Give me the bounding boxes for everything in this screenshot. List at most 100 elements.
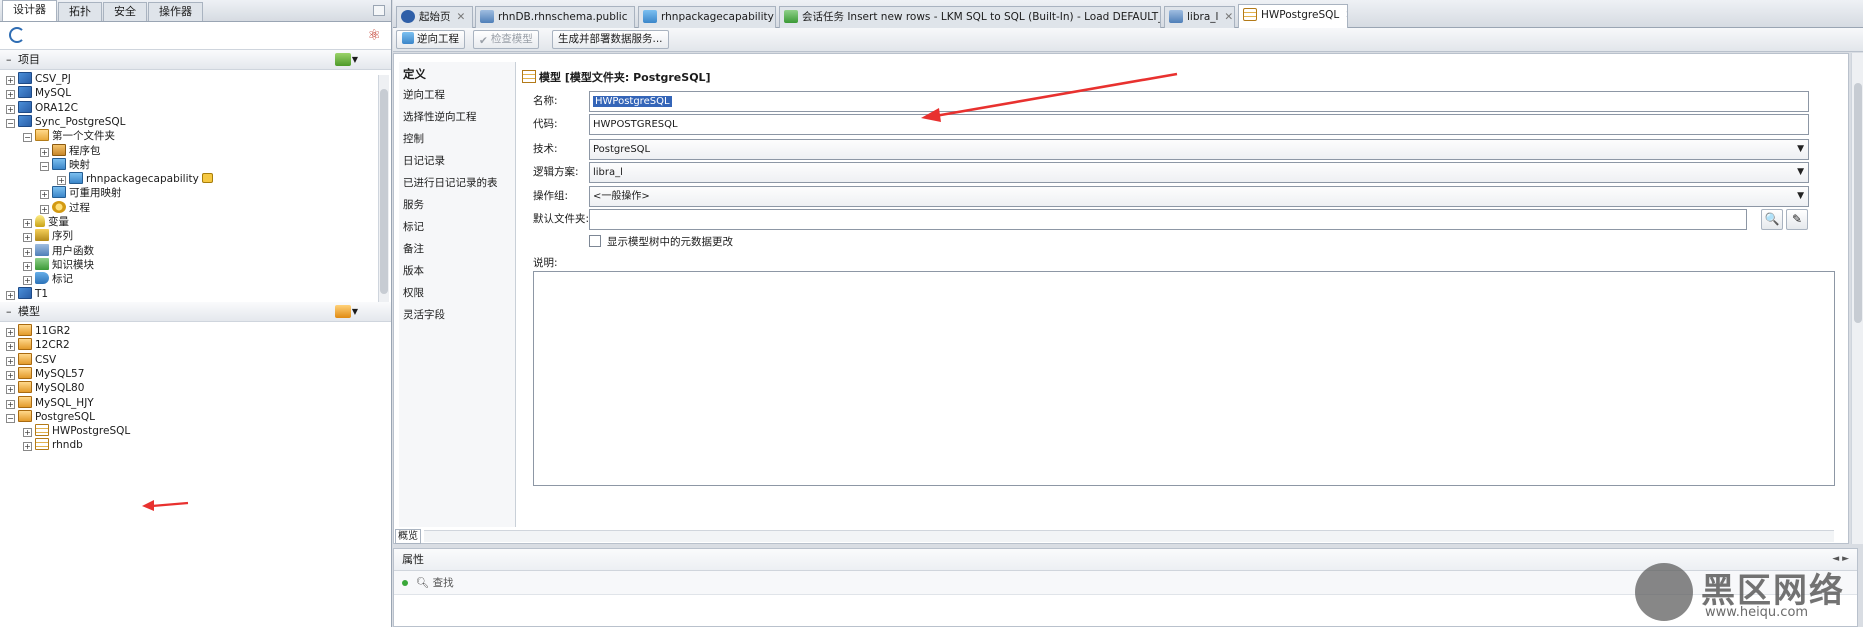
expand-icon[interactable]: + [23, 276, 32, 286]
tree-item[interactable]: + rhndb [23, 437, 83, 454]
generate-deploy-button[interactable]: 生成并部署数据服务... [552, 30, 669, 49]
editor-horizontal-scrollbar[interactable] [424, 530, 1834, 542]
name-field[interactable]: HWPostgreSQL [589, 91, 1809, 112]
close-icon[interactable]: ✕ [633, 11, 634, 23]
collapse-icon[interactable]: – [6, 302, 14, 322]
tree-item-label: MySQL57 [35, 367, 85, 380]
expand-icon[interactable]: + [6, 104, 15, 114]
nav-journalizing[interactable]: 日记记录 [403, 153, 445, 168]
editor-vertical-scrollbar[interactable] [1851, 53, 1863, 544]
tab-security[interactable]: 安全 [103, 2, 147, 21]
close-icon[interactable]: ✕ [457, 11, 466, 23]
projects-section-header[interactable]: – 项目 ▼ [0, 50, 391, 70]
collapse-icon[interactable]: – [6, 50, 14, 70]
expand-icon[interactable]: + [57, 176, 66, 186]
reverse-engineer-button[interactable]: 逆向工程 [396, 30, 465, 49]
clear-icon[interactable]: ✎ [1786, 209, 1808, 230]
tree-item-label: 标记 [52, 273, 73, 286]
model-folder-icon [18, 338, 32, 351]
nav-notes[interactable]: 备注 [403, 241, 424, 256]
expand-icon[interactable]: + [6, 90, 15, 100]
tree-item-label: 11GR2 [35, 325, 71, 337]
close-icon[interactable]: ✕ [1345, 9, 1347, 21]
navigator-toolbar: ⚛ [0, 22, 391, 50]
expand-icon[interactable]: + [40, 190, 49, 200]
tab-operator[interactable]: 操作器 [148, 2, 203, 21]
refresh-icon[interactable] [9, 27, 25, 43]
projects-title: 项目 [18, 53, 40, 66]
expand-icon[interactable]: + [23, 247, 32, 257]
model-folder-icon [18, 366, 32, 379]
chevron-down-icon: ▼ [1797, 167, 1804, 177]
expand-icon[interactable]: + [40, 147, 49, 157]
tree-item-label: 可重用映射 [69, 187, 122, 200]
nav-journalized-tables[interactable]: 已进行日记记录的表 [403, 175, 498, 190]
expand-icon[interactable]: + [23, 442, 32, 452]
nav-privileges[interactable]: 权限 [403, 285, 424, 300]
nav-selective-reverse[interactable]: 选择性逆向工程 [403, 109, 477, 124]
expand-icon[interactable]: + [23, 261, 32, 271]
nav-version[interactable]: 版本 [403, 263, 424, 278]
form-title: 模型 [模型文件夹: PostgreSQL] [522, 69, 711, 85]
collapse-icon[interactable]: − [40, 161, 49, 171]
technology-select[interactable]: PostgreSQL ▼ [589, 139, 1809, 160]
nav-markers[interactable]: 标记 [403, 219, 424, 234]
nav-reverse-engineer[interactable]: 逆向工程 [403, 87, 445, 102]
model-menu-icon[interactable] [335, 305, 351, 318]
logical-schema-select[interactable]: libra_l ▼ [589, 162, 1809, 183]
dropdown-arrow-icon[interactable]: ▼ [352, 302, 358, 322]
tree-item-label: 知识模块 [52, 258, 94, 271]
tab-start-page[interactable]: 起始页 ✕ [396, 6, 473, 28]
collapse-icon[interactable]: − [6, 118, 15, 128]
tab-overview[interactable]: 概览 [395, 529, 421, 544]
expand-icon[interactable]: + [6, 328, 15, 337]
tab-mapping[interactable]: rhnpackagecapability✕ [638, 6, 776, 28]
search-icon[interactable]: 🔍 [1761, 209, 1783, 230]
models-section-header[interactable]: – 模型 ▼ [0, 302, 391, 322]
dropdown-arrow-icon[interactable]: ▼ [352, 50, 358, 70]
expand-icon[interactable]: + [40, 204, 49, 214]
default-folder-field[interactable] [589, 209, 1747, 230]
tab-session-task[interactable]: 会话任务 Insert new rows - LKM SQL to SQL (B… [779, 6, 1161, 28]
expand-icon[interactable]: + [6, 399, 15, 409]
status-dot-icon [402, 580, 408, 586]
expand-icon[interactable]: + [23, 219, 32, 228]
tab-designer[interactable]: 设计器 [2, 0, 57, 21]
folder-icon [35, 129, 49, 142]
collapse-icon[interactable]: − [23, 133, 32, 143]
expand-icon[interactable]: + [23, 428, 32, 438]
nav-control[interactable]: 控制 [403, 131, 424, 146]
tab-hwpostgresql[interactable]: HWPostgreSQL✕ [1238, 4, 1348, 28]
close-icon[interactable]: ✕ [1224, 11, 1233, 23]
expand-icon[interactable]: + [6, 356, 15, 366]
tab-topology[interactable]: 拓扑 [58, 2, 102, 21]
project-menu-icon[interactable] [335, 53, 351, 66]
model-icon [1243, 8, 1257, 21]
nav-flexfields[interactable]: 灵活字段 [403, 307, 445, 322]
tree-item-label: T1 [35, 287, 49, 300]
tab-logical-schema[interactable]: libra_l ✕ [1164, 6, 1235, 28]
name-label: 名称: [533, 95, 558, 107]
collapse-icon[interactable]: − [6, 413, 15, 423]
search-icon: 🔍︎ [416, 577, 433, 589]
user-function-icon [35, 243, 49, 256]
tab-datastore[interactable]: rhnDB.rhnschema.public✕ [475, 6, 635, 28]
code-field[interactable]: HWPOSTGRESQL [589, 114, 1809, 135]
expand-icon[interactable]: + [6, 385, 15, 395]
projects-scrollbar[interactable] [378, 75, 389, 307]
mapping-icon [69, 172, 83, 185]
expand-icon[interactable]: + [6, 370, 15, 380]
nav-services[interactable]: 服务 [403, 197, 424, 212]
check-model-button[interactable]: ✔ 检查模型 [473, 30, 539, 49]
tree-item[interactable]: + T1 [6, 286, 48, 303]
expand-icon[interactable]: + [6, 290, 15, 300]
minimize-icon[interactable] [373, 5, 385, 16]
description-textarea[interactable] [533, 271, 1835, 486]
expand-icon[interactable]: + [23, 233, 32, 243]
expand-icon[interactable]: + [6, 76, 15, 85]
connect-navigator-icon[interactable]: ⚛ [368, 26, 381, 44]
show-metadata-changes-checkbox[interactable] [589, 235, 601, 247]
nav-definition[interactable]: 定义 [403, 66, 426, 82]
expand-icon[interactable]: + [6, 342, 15, 352]
operation-group-select[interactable]: <一般操作> ▼ [589, 186, 1809, 207]
